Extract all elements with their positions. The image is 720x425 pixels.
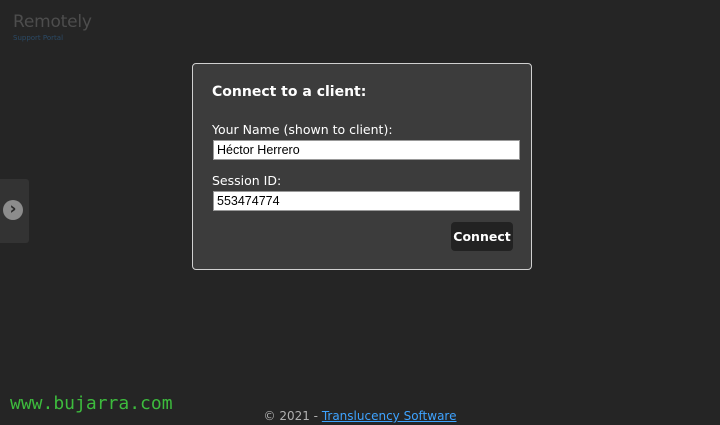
connect-button[interactable]: Connect [451, 222, 513, 251]
chevron-right-icon[interactable]: › [3, 200, 23, 220]
dialog-title: Connect to a client: [212, 84, 367, 100]
footer-copyright: © 2021 - [263, 409, 322, 423]
name-input[interactable]: Héctor Herrero [213, 140, 520, 160]
app-title: Remotely [13, 12, 92, 32]
footer-link[interactable]: Translucency Software [322, 409, 457, 423]
watermark: www.bujarra.com [10, 393, 173, 414]
connect-dialog: Connect to a client: Your Name (shown to… [192, 63, 532, 270]
side-panel-toggle[interactable]: › [0, 179, 29, 243]
session-id-label: Session ID: [212, 173, 282, 188]
app-subtitle: Support Portal [13, 34, 64, 42]
name-label: Your Name (shown to client): [212, 122, 393, 137]
session-id-input[interactable]: 553474774 [213, 191, 520, 211]
app-brand: Remotely Support Portal [13, 12, 92, 42]
